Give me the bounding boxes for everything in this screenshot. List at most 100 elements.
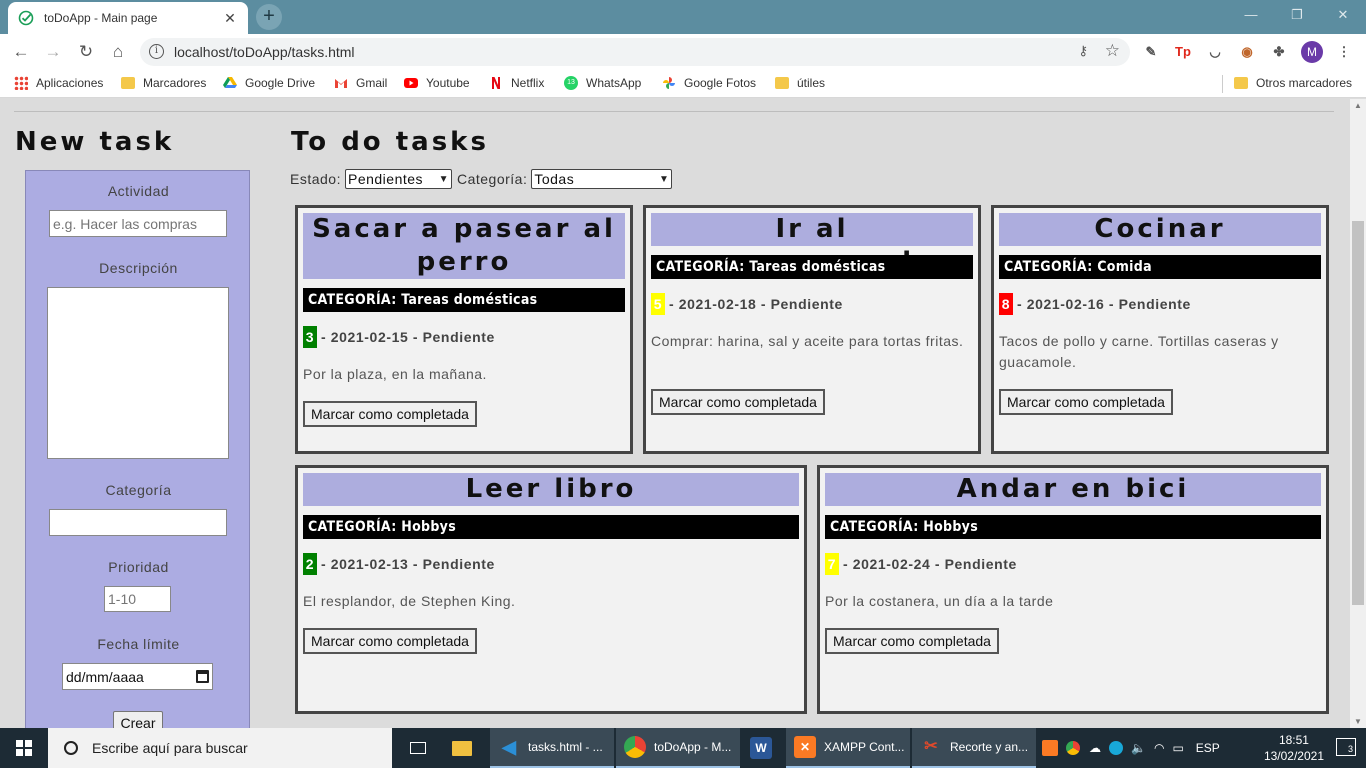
taskbar-clock[interactable]: 18:51 13/02/2021: [1264, 732, 1324, 764]
taskbar-app-snip[interactable]: ✂ Recorte y an...: [912, 728, 1036, 768]
vscode-icon: ◀: [502, 737, 516, 757]
taskbar-app-vscode[interactable]: ◀ tasks.html - ...: [490, 728, 614, 768]
bookmark-netflix[interactable]: Netflix: [489, 76, 544, 90]
bookmark-utiles[interactable]: útiles: [775, 76, 825, 90]
bookmarks-bar: Aplicaciones Marcadores Google Drive Gma…: [0, 70, 1366, 98]
forward-arrow-icon[interactable]: →: [42, 42, 64, 64]
task-meta: 2 - 2021-02-13 - Pendiente: [303, 553, 495, 575]
edge-tray-icon[interactable]: [1109, 741, 1123, 755]
system-tray: ☁ 🔈 ◠ ▭ ESP: [1042, 728, 1220, 768]
pocket-extension-icon[interactable]: ◡: [1205, 42, 1225, 62]
start-button[interactable]: [0, 728, 48, 768]
bookmark-google-fotos[interactable]: Google Fotos: [662, 76, 756, 90]
chrome-icon: [624, 736, 646, 758]
complete-task-button[interactable]: Marcar como completada: [651, 389, 825, 415]
back-arrow-icon[interactable]: ←: [10, 42, 32, 64]
new-tab-button[interactable]: +: [256, 4, 282, 30]
tp-extension-icon[interactable]: Tp: [1173, 42, 1193, 62]
notification-center-icon[interactable]: 3: [1336, 738, 1356, 756]
cloud-icon[interactable]: ☁: [1089, 741, 1101, 755]
categoria-input[interactable]: [49, 509, 227, 536]
bookmark-marcadores[interactable]: Marcadores: [121, 76, 206, 90]
close-window-icon[interactable]: ✕: [1320, 0, 1366, 30]
xampp-tray-icon[interactable]: [1042, 740, 1058, 756]
categoria-value: Todas: [534, 171, 575, 187]
bookmark-whatsapp[interactable]: 13 WhatsApp: [564, 76, 641, 90]
priority-badge: 2: [303, 553, 317, 575]
bookmark-google-drive[interactable]: Google Drive: [223, 76, 315, 90]
categoria-select[interactable]: Todas ▼: [531, 169, 673, 189]
bookmark-label: Google Drive: [245, 76, 316, 90]
descripcion-textarea[interactable]: [47, 287, 229, 459]
glasses-extension-icon[interactable]: ◉: [1237, 42, 1257, 62]
browser-tab[interactable]: toDoApp - Main page ✕: [8, 2, 248, 34]
task-category: CATEGORÍA: Hobbys: [825, 515, 1321, 539]
chevron-down-icon: ▼: [658, 173, 670, 185]
bookmark-star-icon[interactable]: ☆: [1105, 41, 1120, 61]
close-tab-icon[interactable]: ✕: [222, 10, 238, 27]
task-meta: 8 - 2021-02-16 - Pendiente: [999, 293, 1191, 315]
restore-icon[interactable]: ❐: [1274, 0, 1320, 30]
new-task-heading: New task: [15, 127, 175, 157]
estado-value: Pendientes: [347, 171, 424, 187]
taskbar-app-label: toDoApp - M...: [654, 740, 732, 754]
omnibox[interactable]: i localhost/toDoApp/tasks.html ⚷ ☆: [140, 38, 1130, 66]
word-icon: W: [750, 737, 772, 759]
tab-title: toDoApp - Main page: [44, 11, 158, 25]
battery-icon[interactable]: ▭: [1172, 741, 1183, 755]
bookmarks-divider: [1222, 75, 1223, 93]
taskbar-search[interactable]: Escribe aquí para buscar: [48, 728, 392, 768]
complete-task-button[interactable]: Marcar como completada: [999, 389, 1173, 415]
task-meta: 3 - 2021-02-15 - Pendiente: [303, 326, 495, 348]
snip-sketch-icon: ✂: [924, 738, 938, 755]
search-icon: [64, 741, 78, 755]
prioridad-input[interactable]: [104, 586, 171, 612]
complete-task-button[interactable]: Marcar como completada: [825, 628, 999, 654]
bookmark-gmail[interactable]: Gmail: [334, 76, 387, 90]
task-date-status: - 2021-02-15 - Pendiente: [321, 329, 495, 345]
task-date-status: - 2021-02-24 - Pendiente: [843, 556, 1017, 572]
scrollbar-thumb[interactable]: [1352, 221, 1364, 605]
key-icon[interactable]: ⚷: [1078, 43, 1088, 59]
bookmark-label: Marcadores: [143, 76, 207, 90]
menu-dots-icon[interactable]: ⋮: [1334, 42, 1354, 62]
taskbar-app-xampp[interactable]: ✕ XAMPP Cont...: [786, 728, 910, 768]
page-content: New task Actividad Descripción Categoría…: [0, 99, 1350, 728]
taskbar-app-word[interactable]: W: [742, 728, 782, 768]
home-icon[interactable]: ⌂: [107, 42, 129, 64]
reload-icon[interactable]: ↻: [75, 42, 97, 64]
chrome-tray-icon[interactable]: [1066, 741, 1080, 755]
fecha-limite-input[interactable]: dd/mm/aaaa: [62, 663, 213, 690]
crear-button[interactable]: Crear: [113, 711, 163, 728]
complete-task-button[interactable]: Marcar como completada: [303, 628, 477, 654]
complete-task-button[interactable]: Marcar como completada: [303, 401, 477, 427]
volume-icon[interactable]: 🔈: [1131, 741, 1146, 755]
priority-badge: 5: [651, 293, 665, 315]
bookmark-label: WhatsApp: [586, 76, 642, 90]
clock-date: 13/02/2021: [1263, 749, 1324, 763]
bookmark-otros-marcadores[interactable]: Otros marcadores: [1234, 76, 1352, 90]
extensions-puzzle-icon[interactable]: ✤: [1269, 42, 1289, 62]
netflix-icon: [492, 77, 500, 89]
page-scrollbar[interactable]: ▲ ▼: [1350, 99, 1366, 728]
scroll-up-icon[interactable]: ▲: [1354, 101, 1362, 110]
task-view-icon[interactable]: [406, 728, 436, 768]
scroll-down-icon[interactable]: ▼: [1354, 717, 1362, 726]
google-photos-icon: [663, 77, 675, 89]
bookmark-aplicaciones[interactable]: Aplicaciones: [14, 76, 103, 90]
file-explorer-icon[interactable]: [452, 728, 478, 768]
taskbar-app-chrome[interactable]: toDoApp - M...: [616, 728, 740, 768]
task-date-status: - 2021-02-18 - Pendiente: [669, 296, 843, 312]
network-icon[interactable]: ◠: [1154, 741, 1164, 755]
site-info-icon[interactable]: i: [149, 44, 164, 59]
calendar-icon[interactable]: [196, 670, 209, 683]
language-indicator[interactable]: ESP: [1196, 741, 1220, 755]
pen-extension-icon[interactable]: ✎: [1141, 42, 1161, 62]
profile-avatar[interactable]: M: [1301, 41, 1323, 63]
estado-select[interactable]: Pendientes ▼: [344, 169, 452, 189]
url-text[interactable]: localhost/toDoApp/tasks.html: [174, 44, 355, 60]
minimize-icon[interactable]: —: [1228, 0, 1274, 30]
task-description: El resplandor, de Stephen King.: [303, 593, 516, 609]
actividad-input[interactable]: [49, 210, 227, 237]
bookmark-youtube[interactable]: Youtube: [404, 76, 470, 90]
